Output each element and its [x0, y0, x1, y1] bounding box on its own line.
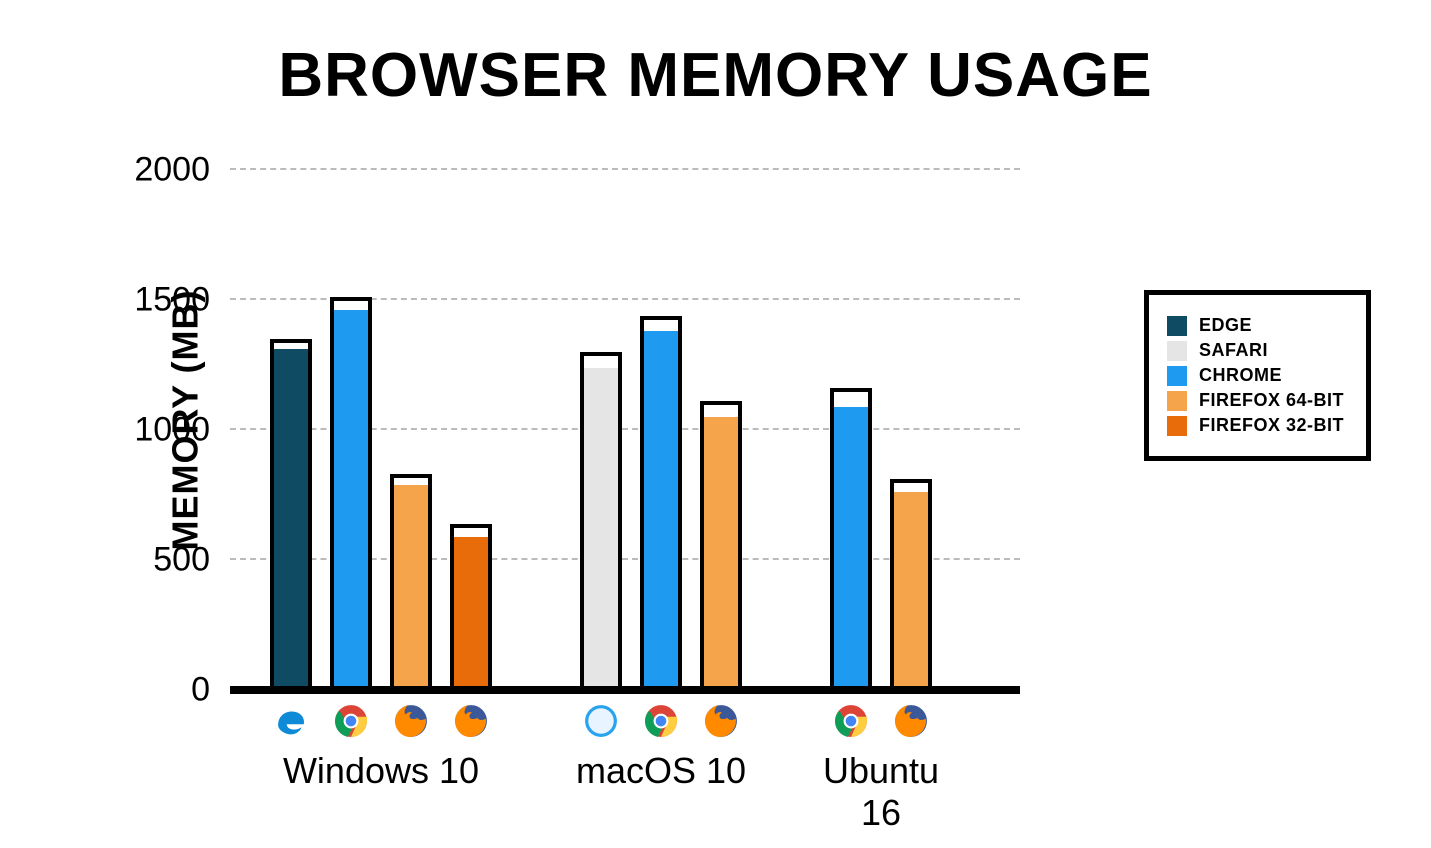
- bar-outline: [450, 524, 492, 690]
- x-category-label: Windows 10: [270, 750, 492, 792]
- legend-label: FIREFOX 64-BIT: [1199, 390, 1344, 411]
- y-tick: 500: [153, 541, 210, 580]
- y-tick: 0: [191, 671, 210, 710]
- legend-swatch: [1167, 416, 1187, 436]
- legend-item-firefox32: FIREFOX 32-BIT: [1167, 415, 1344, 436]
- legend: EDGE SAFARI CHROME FIREFOX 64-BIT FIREFO…: [1144, 290, 1371, 461]
- bar-outline: [580, 352, 622, 690]
- legend-swatch: [1167, 341, 1187, 361]
- gridline: [230, 168, 1020, 170]
- chrome-icon: [834, 704, 868, 738]
- bar-outline: [270, 339, 312, 690]
- chart-title: BROWSER MEMORY USAGE: [0, 40, 1431, 111]
- legend-swatch: [1167, 366, 1187, 386]
- firefox-icon: [454, 704, 488, 738]
- bar-outline: [700, 401, 742, 690]
- legend-label: CHROME: [1199, 365, 1282, 386]
- chrome-icon: [334, 704, 368, 738]
- legend-item-firefox64: FIREFOX 64-BIT: [1167, 390, 1344, 411]
- chart-container: BROWSER MEMORY USAGE MEMORY (MB) 2000 15…: [0, 0, 1431, 848]
- x-category-label: macOS 10: [570, 750, 752, 792]
- legend-swatch: [1167, 316, 1187, 336]
- edge-icon: [274, 704, 308, 738]
- x-axis-line: [230, 686, 1020, 694]
- firefox-icon: [704, 704, 738, 738]
- firefox-icon: [894, 704, 928, 738]
- chrome-icon: [644, 704, 678, 738]
- firefox-icon: [394, 704, 428, 738]
- legend-item-safari: SAFARI: [1167, 340, 1344, 361]
- bar-outline: [330, 297, 372, 690]
- plot-area: 2000 1500 1000 500 0: [230, 170, 1020, 690]
- legend-item-chrome: CHROME: [1167, 365, 1344, 386]
- legend-label: FIREFOX 32-BIT: [1199, 415, 1344, 436]
- legend-label: SAFARI: [1199, 340, 1268, 361]
- bar-outline: [890, 479, 932, 690]
- y-tick: 1000: [134, 411, 210, 450]
- safari-icon: [584, 704, 618, 738]
- legend-swatch: [1167, 391, 1187, 411]
- y-tick: 2000: [134, 151, 210, 190]
- bar-outline: [390, 474, 432, 690]
- legend-label: EDGE: [1199, 315, 1252, 336]
- bar-outline: [830, 388, 872, 690]
- y-tick: 1500: [134, 281, 210, 320]
- legend-item-edge: EDGE: [1167, 315, 1344, 336]
- x-category-label: Ubuntu 16: [800, 750, 962, 834]
- bar-outline: [640, 316, 682, 690]
